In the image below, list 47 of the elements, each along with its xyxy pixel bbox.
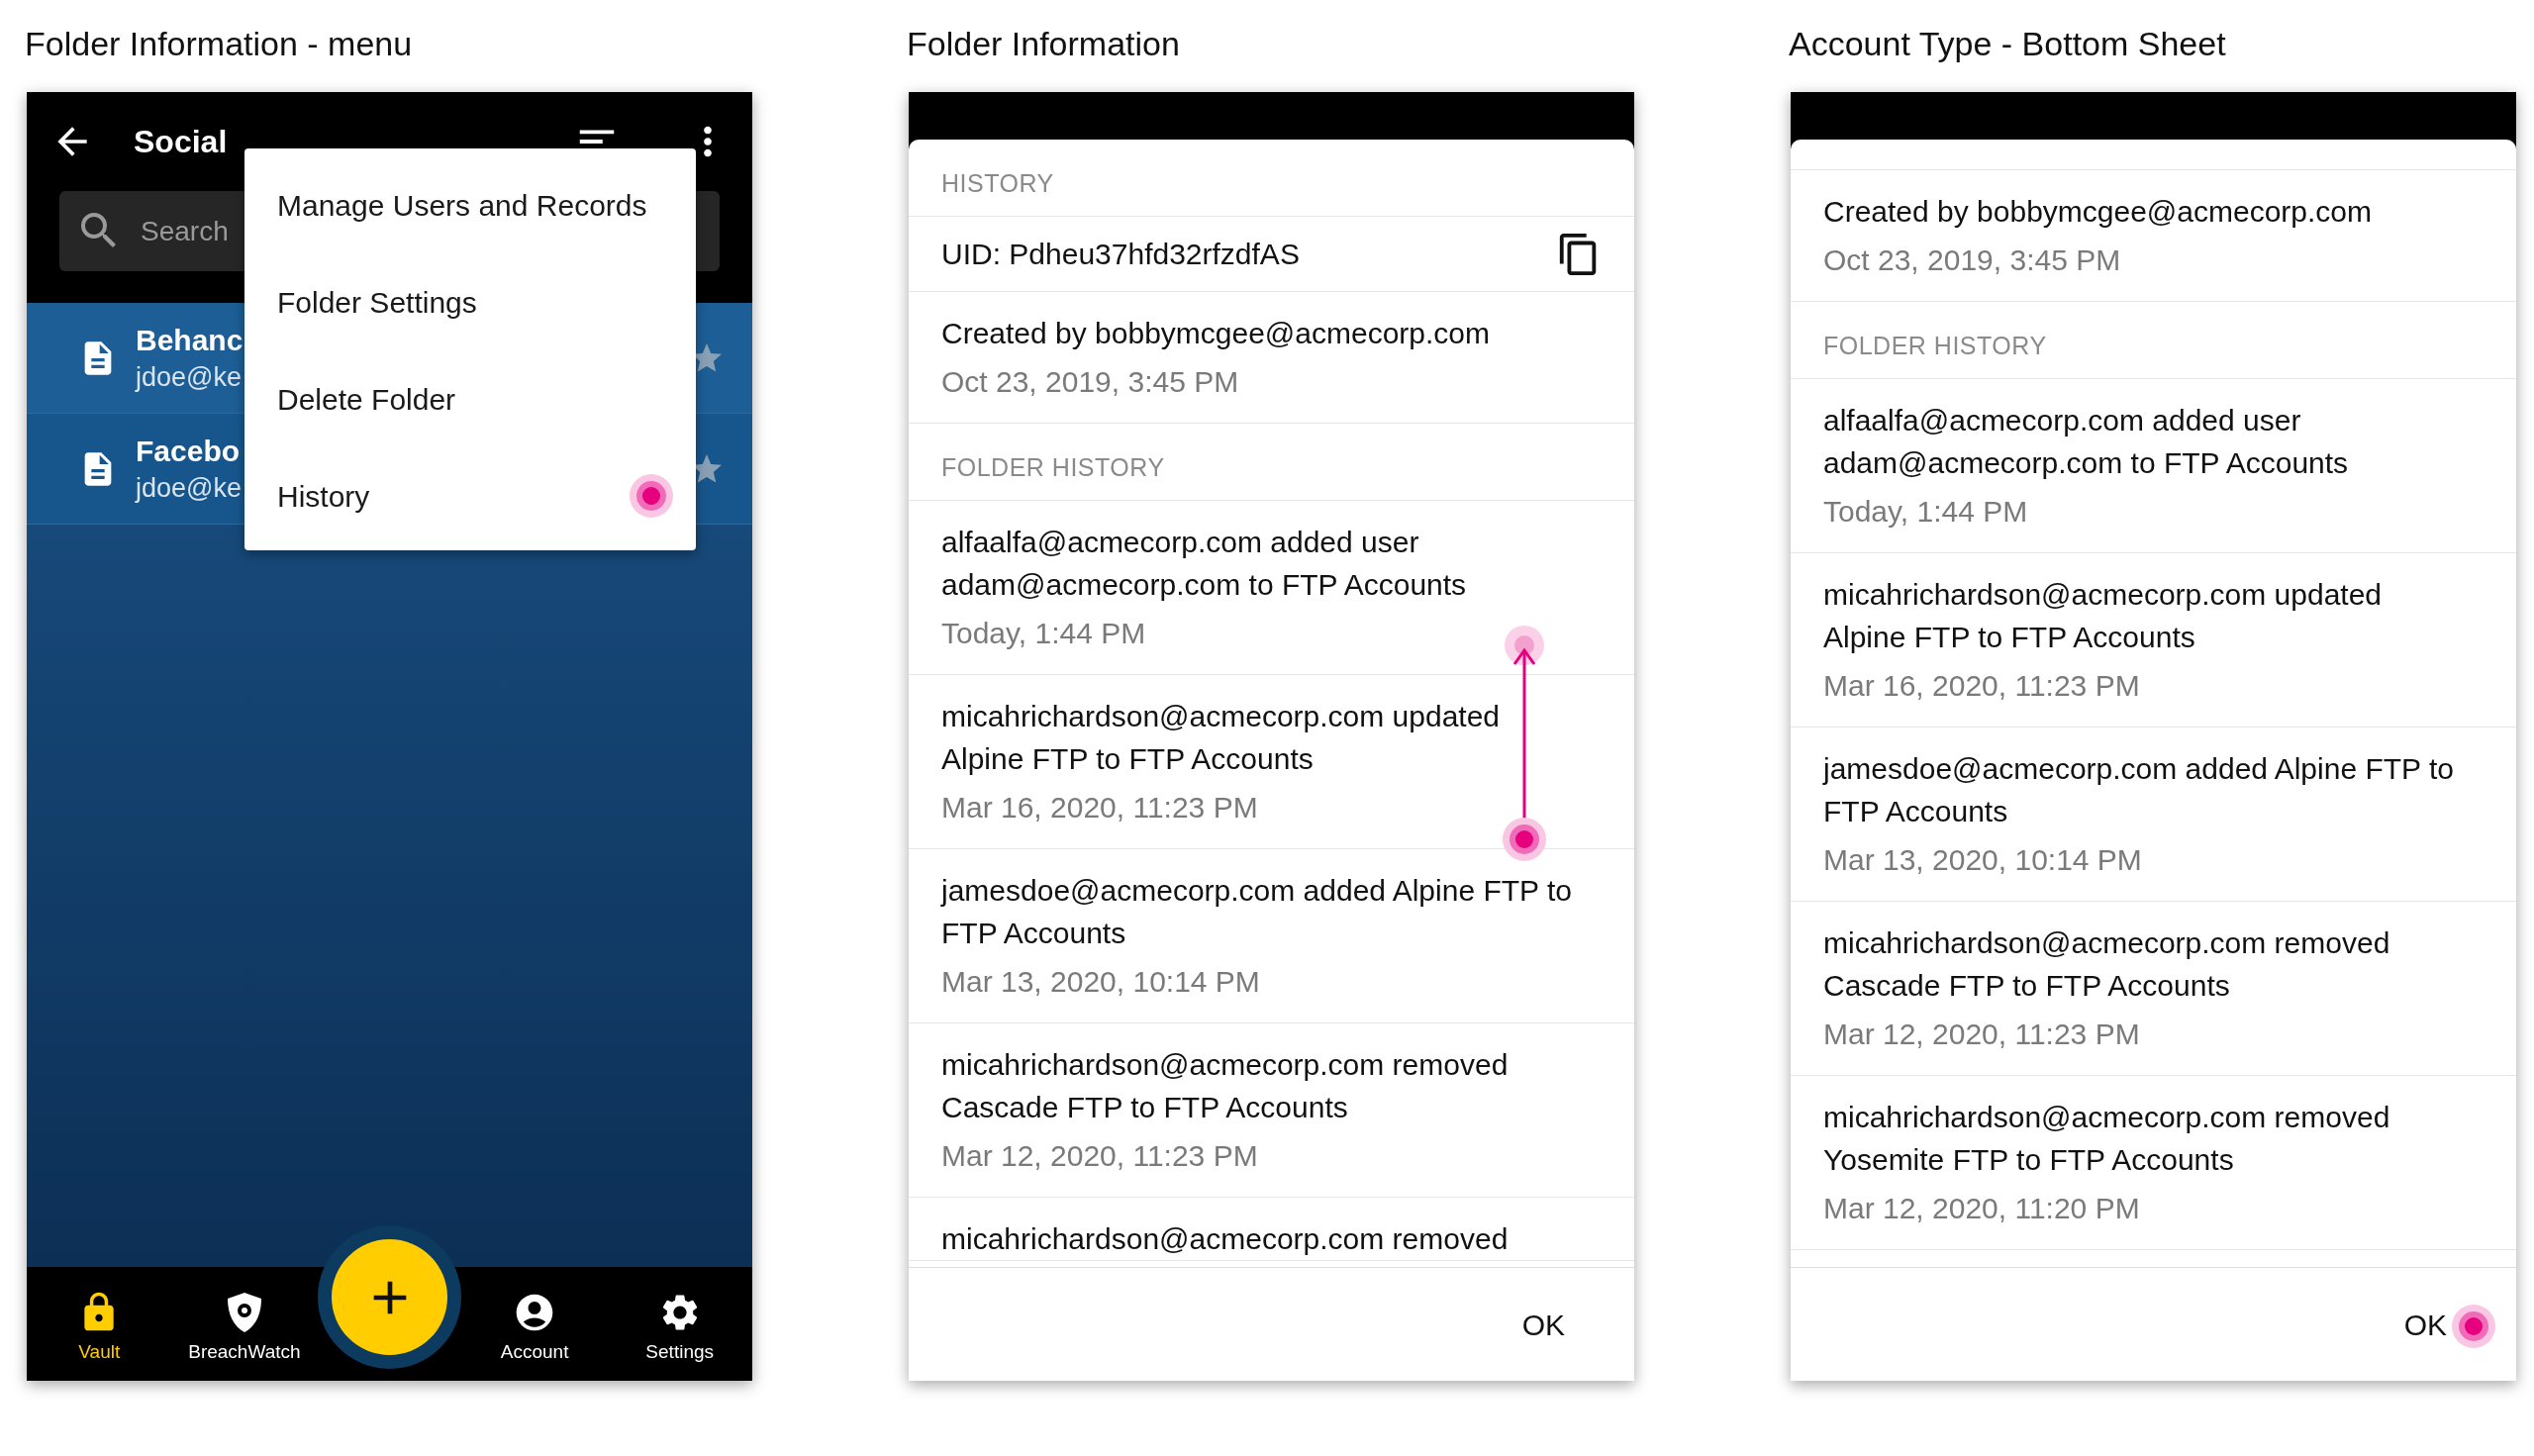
record-subtitle: jdoe@ke — [136, 360, 243, 394]
history-date: Oct 23, 2019, 3:45 PM — [1823, 243, 2122, 278]
history-date: Today, 1:44 PM — [941, 616, 1147, 651]
ok-button[interactable]: OK — [1517, 1302, 1569, 1347]
history-date: Mar 12, 2020, 11:20 PM — [1823, 1191, 2141, 1226]
history-text: micahrichardson@acmecorp.com removed — [941, 1221, 1510, 1257]
history-text: micahrichardson@acmecorp.com updated Alpine FTP to FTP Accounts — [941, 699, 1502, 777]
record-title: Behanc — [136, 322, 244, 358]
screen-caption: Folder Information - menu — [25, 24, 414, 64]
history-text: micahrichardson@acmecorp.com removed Cascade FTP to FTP Accounts — [941, 1047, 1510, 1125]
history-text: alfaalfa@acmecorp.com added user adam@acmecorp.com to FTP Accounts — [1823, 403, 2350, 481]
history-date: Mar 12, 2020, 11:23 PM — [1823, 1017, 2141, 1052]
menu-item[interactable]: Folder Settings — [277, 279, 477, 325]
tap-indicator-icon — [2451, 1304, 2496, 1349]
history-text: Created by bobbymcgee@acmecorp.com — [941, 316, 1492, 351]
section-heading: FOLDER HISTORY — [1823, 330, 2047, 361]
history-text: micahrichardson@acmecorp.com updated Alpine FTP to FTP Accounts — [1823, 577, 2384, 655]
menu-item[interactable]: History — [277, 473, 370, 519]
history-date: Oct 23, 2019, 3:45 PM — [941, 364, 1240, 400]
history-date: Mar 16, 2020, 11:23 PM — [1823, 668, 2141, 704]
app-bar-title: Social — [134, 123, 228, 161]
section-heading: FOLDER HISTORY — [941, 451, 1165, 483]
screen-caption: Account Type - Bottom Sheet — [1789, 24, 2227, 64]
history-date: Mar 16, 2020, 11:23 PM — [941, 790, 1259, 825]
history-date: Mar 13, 2020, 10:14 PM — [941, 964, 1261, 1000]
uid-text: UID: Pdheu37hfd32rfzdfAS — [941, 237, 1300, 272]
menu-item[interactable]: Delete Folder — [277, 376, 456, 422]
history-text: micahrichardson@acmecorp.com removed Cascade FTP to FTP Accounts — [1823, 925, 2391, 1004]
history-date: Today, 1:44 PM — [1823, 494, 2029, 530]
tap-indicator-icon — [629, 473, 674, 519]
history-text: jamesdoe@acmecorp.com added Alpine FTP to FTP Accounts — [1823, 751, 2455, 829]
history-text: alfaalfa@acmecorp.com added user adam@acmecorp.com to FTP Accounts — [941, 525, 1468, 603]
nav-tab[interactable]: Account — [461, 1267, 608, 1381]
section-heading: HISTORY — [941, 167, 1054, 199]
record-title: Facebo — [136, 433, 242, 469]
nav-tab[interactable]: Settings — [607, 1267, 752, 1381]
history-date: Mar 12, 2020, 11:23 PM — [941, 1138, 1259, 1174]
history-text: jamesdoe@acmecorp.com added Alpine FTP to FTP Accounts — [941, 873, 1573, 951]
ok-button[interactable]: OK — [2399, 1302, 2451, 1347]
nav-tab[interactable]: BreachWatch — [171, 1267, 318, 1381]
history-text: Created by bobbymcgee@acmecorp.com — [1823, 194, 2374, 230]
menu-item[interactable]: Manage Users and Records — [277, 182, 647, 228]
record-subtitle: jdoe@ke — [136, 471, 242, 505]
history-text: micahrichardson@acmecorp.com removed Yosemite FTP to FTP Accounts — [1823, 1100, 2391, 1178]
history-date: Mar 13, 2020, 10:14 PM — [1823, 842, 2143, 878]
nav-tab[interactable]: Vault — [27, 1267, 172, 1381]
screen-caption: Folder Information — [907, 24, 1181, 64]
